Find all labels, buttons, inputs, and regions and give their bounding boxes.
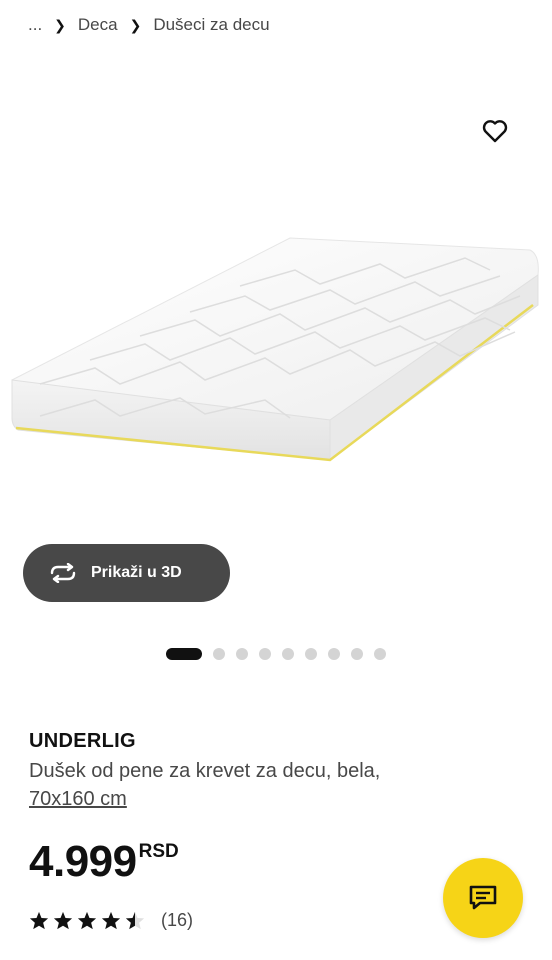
product-image[interactable] <box>0 100 552 520</box>
price-currency: RSD <box>138 841 179 862</box>
carousel-dot[interactable] <box>236 648 248 660</box>
product-description: Dušek od pene za krevet za decu, bela, <box>29 760 381 782</box>
chat-button[interactable] <box>443 858 523 938</box>
carousel-dot[interactable] <box>328 648 340 660</box>
view-3d-button[interactable]: Prikaži u 3D <box>23 544 230 602</box>
star-icon <box>53 911 73 930</box>
chat-icon <box>469 885 497 910</box>
carousel-dot[interactable] <box>282 648 294 660</box>
product-rating[interactable]: (16) <box>29 910 193 931</box>
heart-icon <box>482 120 508 143</box>
carousel-dot[interactable] <box>213 648 225 660</box>
breadcrumb-item-deca[interactable]: Deca <box>78 14 118 36</box>
carousel-dots <box>166 648 397 660</box>
view-3d-label: Prikaži u 3D <box>91 564 182 581</box>
breadcrumb-ellipsis[interactable]: ... <box>28 14 42 36</box>
carousel-dot[interactable] <box>305 648 317 660</box>
product-name: UNDERLIG <box>29 730 136 752</box>
rating-count: (16) <box>161 910 194 930</box>
carousel-dot[interactable] <box>351 648 363 660</box>
star-icon <box>77 911 97 930</box>
product-size-link[interactable]: 70x160 cm <box>29 788 127 811</box>
chevron-right-icon: ❯ <box>129 17 142 33</box>
chevron-right-icon: ❯ <box>54 17 66 33</box>
star-icon <box>101 911 121 930</box>
star-icon <box>29 911 49 930</box>
breadcrumb-item-duseci[interactable]: Dušeci za decu <box>153 14 269 36</box>
carousel-dot[interactable] <box>259 648 271 660</box>
rotate-3d-icon <box>50 563 76 583</box>
favorite-button[interactable] <box>478 114 512 148</box>
carousel-dot[interactable] <box>166 648 202 660</box>
price-amount: 4.999 <box>29 837 137 886</box>
breadcrumb: ... ❯ Deca ❯ Dušeci za decu <box>28 14 270 36</box>
rating-stars <box>29 911 149 930</box>
product-price: 4.999 RSD <box>29 836 179 888</box>
carousel-dot[interactable] <box>374 648 386 660</box>
half-star-icon <box>125 911 145 930</box>
